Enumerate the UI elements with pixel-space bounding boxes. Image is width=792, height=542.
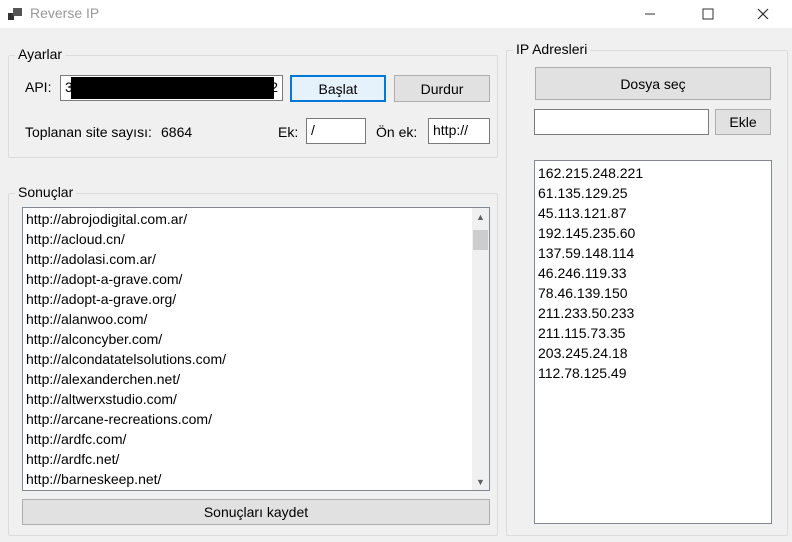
maximize-button[interactable] (685, 0, 731, 28)
prefix-label: Ön ek: (376, 124, 418, 140)
add-ip-input[interactable] (534, 109, 709, 135)
suffix-label: Ek: (278, 124, 299, 140)
ip-list-item[interactable]: 46.246.119.33 (535, 263, 769, 283)
choose-file-button[interactable]: Dosya seç (535, 67, 771, 100)
title-bar[interactable]: Reverse IP (0, 0, 792, 28)
scroll-thumb[interactable] (473, 230, 488, 250)
prefix-field[interactable]: http:// (428, 118, 490, 144)
add-ip-button[interactable]: Ekle (715, 109, 771, 135)
ip-list-item[interactable]: 112.78.125.49 (535, 363, 769, 383)
ip-list-item[interactable]: 78.46.139.150 (535, 283, 769, 303)
window-title: Reverse IP (30, 5, 100, 21)
result-list-item[interactable]: http://altwerxstudio.com/ (23, 389, 469, 409)
ip-list-item[interactable]: 162.215.248.221 (535, 163, 769, 183)
result-list-item[interactable]: http://alcondatatelsolutions.com/ (23, 349, 469, 369)
result-list-item[interactable]: http://alanwoo.com/ (23, 309, 469, 329)
app-icon (7, 6, 23, 22)
results-scrollbar[interactable]: ▲ ▼ (472, 208, 489, 490)
ip-list-item[interactable]: 61.135.129.25 (535, 183, 769, 203)
api-key-field[interactable]: 3 32 (60, 75, 283, 101)
results-legend: Sonuçlar (15, 184, 77, 200)
api-key-redaction (71, 77, 274, 99)
suffix-field[interactable]: / (306, 118, 366, 144)
result-list-item[interactable]: http://ardfc.net/ (23, 449, 469, 469)
api-label: API: (25, 79, 52, 95)
result-list-item[interactable]: http://abrojodigital.com.ar/ (23, 209, 469, 229)
close-button[interactable] (740, 0, 786, 28)
result-list-item[interactable]: http://ardfc.com/ (23, 429, 469, 449)
scroll-down-icon[interactable]: ▼ (472, 473, 489, 490)
minimize-button[interactable] (627, 0, 673, 28)
collected-count-value: 6864 (161, 124, 193, 140)
result-list-item[interactable]: http://adopt-a-grave.org/ (23, 289, 469, 309)
stop-button[interactable]: Durdur (394, 75, 490, 102)
ip-list-item[interactable]: 192.145.235.60 (535, 223, 769, 243)
ip-legend: IP Adresleri (513, 41, 591, 57)
settings-group: Ayarlar (8, 46, 498, 158)
results-list[interactable]: http://abrojodigital.com.ar/http://aclou… (22, 207, 490, 491)
ip-list-item[interactable]: 45.113.121.87 (535, 203, 769, 223)
minimize-icon (645, 13, 655, 15)
ip-list-item[interactable]: 211.115.73.35 (535, 323, 769, 343)
collected-count-label: Toplanan site sayısı: (25, 124, 152, 140)
ip-list-item[interactable]: 203.245.24.18 (535, 343, 769, 363)
settings-legend: Ayarlar (15, 46, 66, 62)
result-list-item[interactable]: http://adopt-a-grave.com/ (23, 269, 469, 289)
result-list-item[interactable]: http://alconcyber.com/ (23, 329, 469, 349)
start-button[interactable]: Başlat (290, 75, 386, 102)
maximize-icon (702, 8, 714, 20)
ip-list-item[interactable]: 137.59.148.114 (535, 243, 769, 263)
close-icon (757, 8, 769, 20)
result-list-item[interactable]: http://arcane-recreations.com/ (23, 409, 469, 429)
save-results-button[interactable]: Sonuçları kaydet (22, 499, 490, 525)
result-list-item[interactable]: http://adolasi.com.ar/ (23, 249, 469, 269)
result-list-item[interactable]: http://alexanderchen.net/ (23, 369, 469, 389)
ip-list[interactable]: 162.215.248.221 61.135.129.25 45.113.121.8… (534, 160, 772, 524)
scroll-up-icon[interactable]: ▲ (472, 208, 489, 225)
ip-list-item[interactable]: 211.233.50.233 (535, 303, 769, 323)
result-list-item[interactable]: http://barneskeep.net/ (23, 469, 469, 489)
result-list-item[interactable]: http://acloud.cn/ (23, 229, 469, 249)
